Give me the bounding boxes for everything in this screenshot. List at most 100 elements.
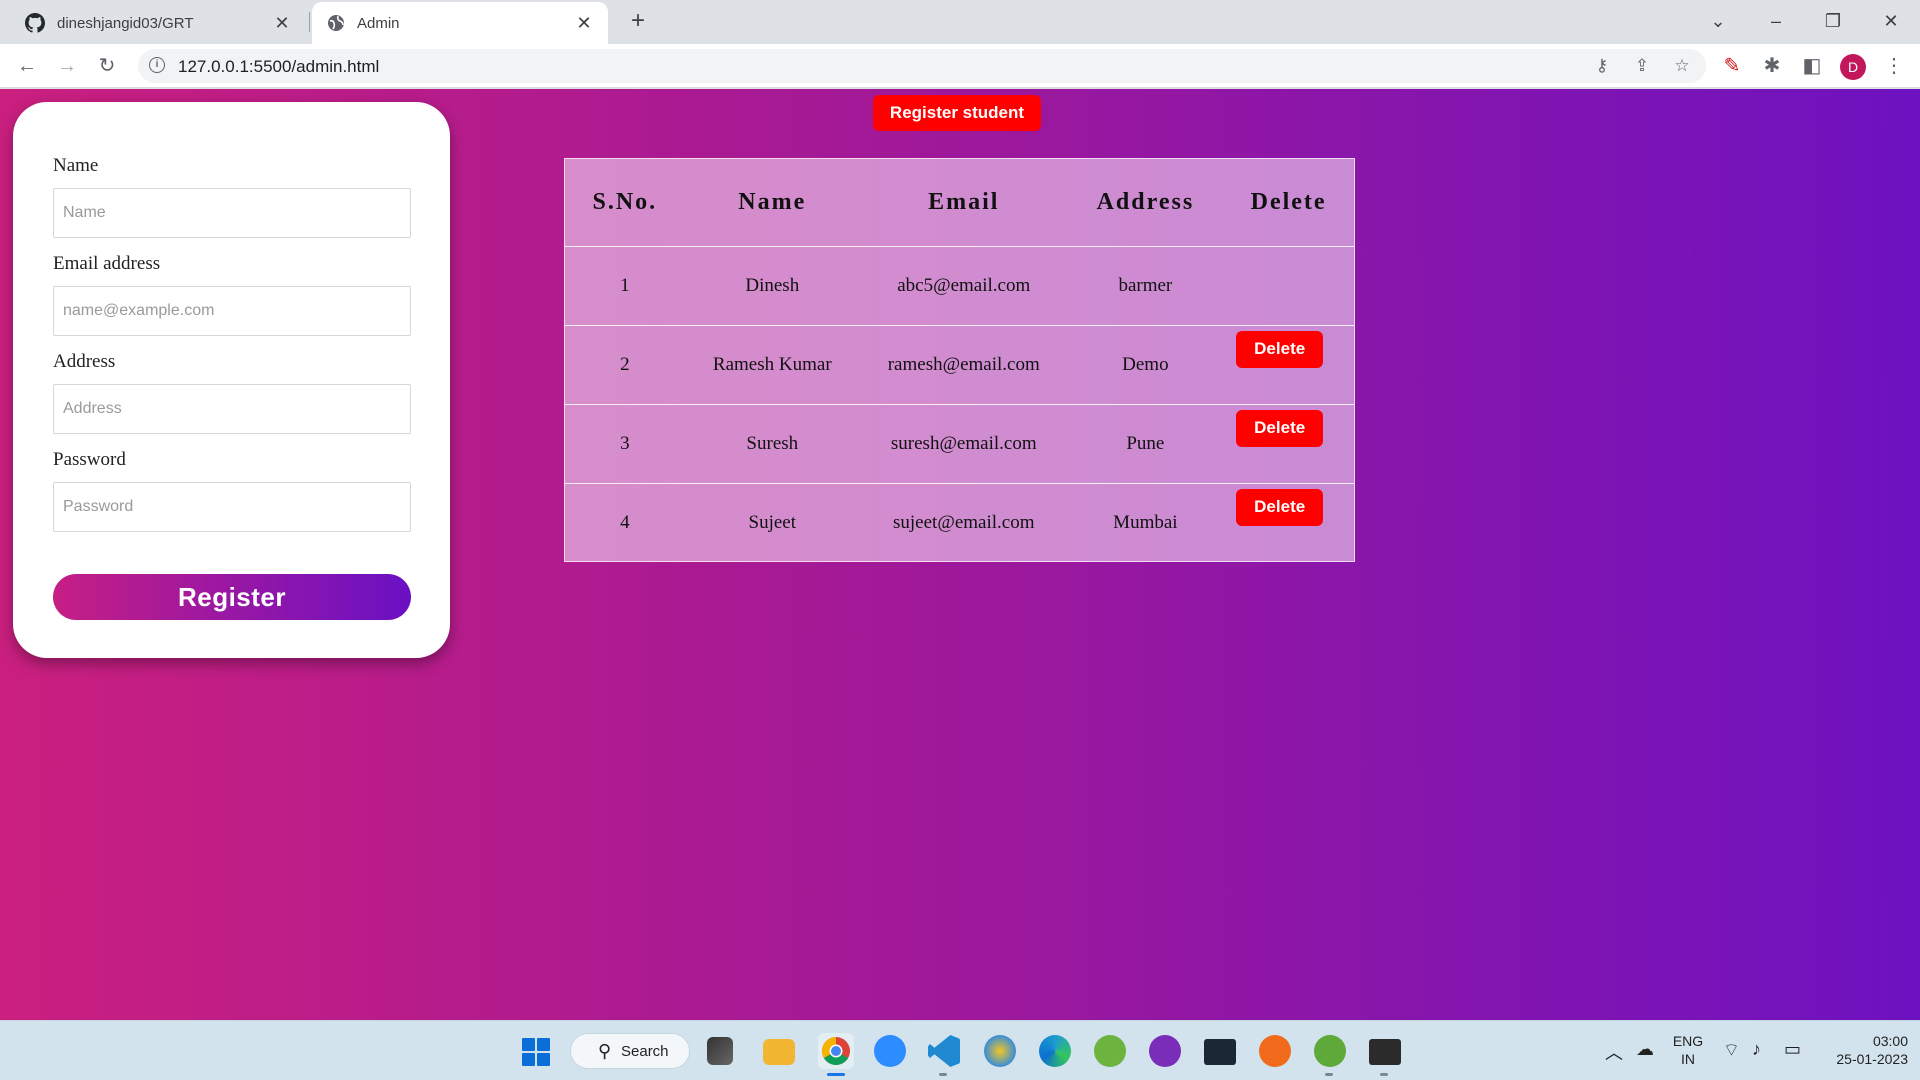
close-window-icon[interactable]: ✕ (1876, 6, 1906, 36)
cell-sno: 4 (620, 511, 630, 533)
tab-github[interactable]: dineshjangid03/GRT ✕ (10, 2, 306, 44)
chrome-app-tile[interactable] (818, 1033, 854, 1069)
taskbar-search[interactable]: ⚲ Search (570, 1033, 690, 1069)
share-icon[interactable]: ⇪ (1630, 54, 1654, 78)
vscode-icon[interactable] (928, 1035, 960, 1067)
region-code: IN (1681, 1051, 1695, 1067)
chevron-up-icon[interactable]: ︿ (1605, 1039, 1623, 1065)
edge-icon[interactable] (1039, 1035, 1071, 1067)
header-email: Email (859, 159, 1068, 247)
email-input[interactable] (53, 286, 411, 336)
tab-admin[interactable]: Admin ✕ (312, 2, 608, 44)
close-tab-icon[interactable]: ✕ (574, 13, 594, 33)
chrome-running-indicator (827, 1073, 845, 1076)
header-name: Name (684, 159, 860, 247)
cell-delete: Delete (1223, 483, 1354, 562)
name-label: Name (53, 155, 99, 176)
key-icon[interactable]: ⚷ (1590, 54, 1614, 78)
github-icon (25, 13, 45, 33)
spring-running-indicator (1325, 1073, 1333, 1076)
task-view-icon[interactable] (707, 1037, 733, 1065)
table-row: 4 Sujeet sujeet@email.com Mumbai Delete (565, 483, 1354, 562)
cell-address: barmer (1067, 246, 1224, 326)
address-label: Address (53, 351, 116, 372)
postman-icon[interactable] (1259, 1035, 1291, 1067)
cell-email: suresh@email.com (859, 404, 1068, 484)
table-row: 3 Suresh suresh@email.com Pune Delete (565, 404, 1354, 484)
address-bar[interactable]: i 127.0.0.1:5500/admin.html ⚷ ⇪ ☆ (138, 49, 1706, 83)
spring-tools-icon[interactable] (1094, 1035, 1126, 1067)
photos-icon[interactable] (984, 1035, 1016, 1067)
cell-delete: Delete (1223, 325, 1354, 405)
cell-email: sujeet@email.com (893, 511, 1035, 533)
minimize-icon[interactable]: – (1761, 6, 1791, 36)
tab-search-chevron-icon[interactable]: ⌄ (1703, 6, 1733, 36)
bookmark-star-icon[interactable]: ☆ (1670, 54, 1694, 78)
cell-email: abc5@email.com (859, 246, 1068, 326)
cell-name: Dinesh (684, 246, 860, 326)
address-input[interactable] (53, 384, 411, 434)
students-table-container: S.No. Name Email Address Delete 1 Dinesh… (564, 158, 1355, 562)
cell-address: Demo (1067, 325, 1224, 405)
close-tab-icon[interactable]: ✕ (272, 13, 292, 33)
speaker-icon[interactable]: ♪ (1752, 1039, 1761, 1060)
back-arrow-icon[interactable]: ← (12, 51, 42, 81)
windows-start-icon[interactable] (522, 1038, 550, 1066)
battery-icon[interactable]: ▭ (1784, 1039, 1801, 1060)
header-sno: S.No. (565, 159, 685, 247)
reload-icon[interactable]: ↻ (92, 51, 122, 81)
password-input[interactable] (53, 482, 411, 532)
clock-time: 03:00 (1872, 1033, 1908, 1049)
extensions-puzzle-icon[interactable]: ✱ (1757, 51, 1787, 81)
globe-icon (328, 15, 344, 31)
cell-delete: Delete (1223, 404, 1354, 484)
windows-taskbar: ⚲ Search ︿ ☁ ENG IN ⌔ ♪ ▭ 03:00 25-01-20… (0, 1020, 1920, 1080)
cell-sno: 3 (565, 404, 685, 484)
delete-button[interactable]: Delete (1236, 330, 1324, 368)
password-label: Password (53, 449, 126, 470)
onedrive-cloud-icon[interactable]: ☁ (1636, 1039, 1654, 1060)
restore-icon[interactable]: ❐ (1818, 6, 1848, 36)
pen-extension-icon[interactable]: ✎ (1717, 51, 1747, 81)
mysql-shell-icon[interactable] (1204, 1039, 1236, 1065)
cell-address: Mumbai (1113, 511, 1178, 533)
page-background: Register student Name Email address Addr… (0, 89, 1920, 1020)
spring-boot-icon[interactable] (1314, 1035, 1346, 1067)
podcast-app-icon[interactable] (1149, 1035, 1181, 1067)
more-menu-icon[interactable]: ⋮ (1879, 51, 1909, 81)
forward-arrow-icon[interactable]: → (52, 51, 82, 81)
tab-title: Admin (357, 14, 400, 32)
side-panel-icon[interactable]: ◧ (1797, 51, 1827, 81)
profile-avatar[interactable]: D (1840, 54, 1866, 80)
email-label: Email address (53, 253, 161, 274)
cell-name: Ramesh Kumar (684, 325, 860, 405)
zoom-icon[interactable] (874, 1035, 906, 1067)
new-tab-icon[interactable]: + (624, 8, 652, 36)
taskbar-search-label: Search (621, 1043, 669, 1060)
wifi-icon[interactable]: ⌔ (1723, 1039, 1740, 1062)
table-row: 1 Dinesh abc5@email.com barmer (565, 246, 1354, 326)
tab-divider (309, 12, 310, 32)
header-delete: Delete (1223, 159, 1354, 247)
terminal-icon[interactable] (1369, 1039, 1401, 1065)
file-explorer-icon[interactable] (763, 1039, 795, 1065)
register-student-button[interactable]: Register student (873, 95, 1041, 131)
cell-address: Pune (1067, 404, 1224, 484)
clock[interactable]: 03:00 25-01-2023 (1818, 1032, 1908, 1068)
browser-toolbar: ← → ↻ i 127.0.0.1:5500/admin.html ⚷ ⇪ ☆ … (0, 44, 1920, 88)
cell-sno: 2 (565, 325, 685, 405)
site-info-icon[interactable]: i (149, 57, 165, 73)
cell-name: Sujeet (748, 511, 797, 533)
register-button[interactable]: Register (53, 574, 411, 620)
browser-tab-bar: dineshjangid03/GRT ✕ Admin ✕ + ⌄ – ❐ ✕ (0, 0, 1920, 44)
table-row: 2 Ramesh Kumar ramesh@email.com Demo Del… (565, 325, 1354, 405)
cell-delete (1223, 246, 1354, 326)
delete-button[interactable]: Delete (1236, 488, 1324, 526)
table-header-row: S.No. Name Email Address Delete (565, 159, 1354, 247)
language-indicator[interactable]: ENG IN (1672, 1032, 1704, 1068)
name-input[interactable] (53, 188, 411, 238)
registration-form-card: Name Email address Address Password Regi… (13, 102, 450, 658)
header-address: Address (1067, 159, 1224, 247)
delete-button[interactable]: Delete (1236, 409, 1324, 447)
url-text[interactable]: 127.0.0.1:5500/admin.html (178, 57, 379, 77)
